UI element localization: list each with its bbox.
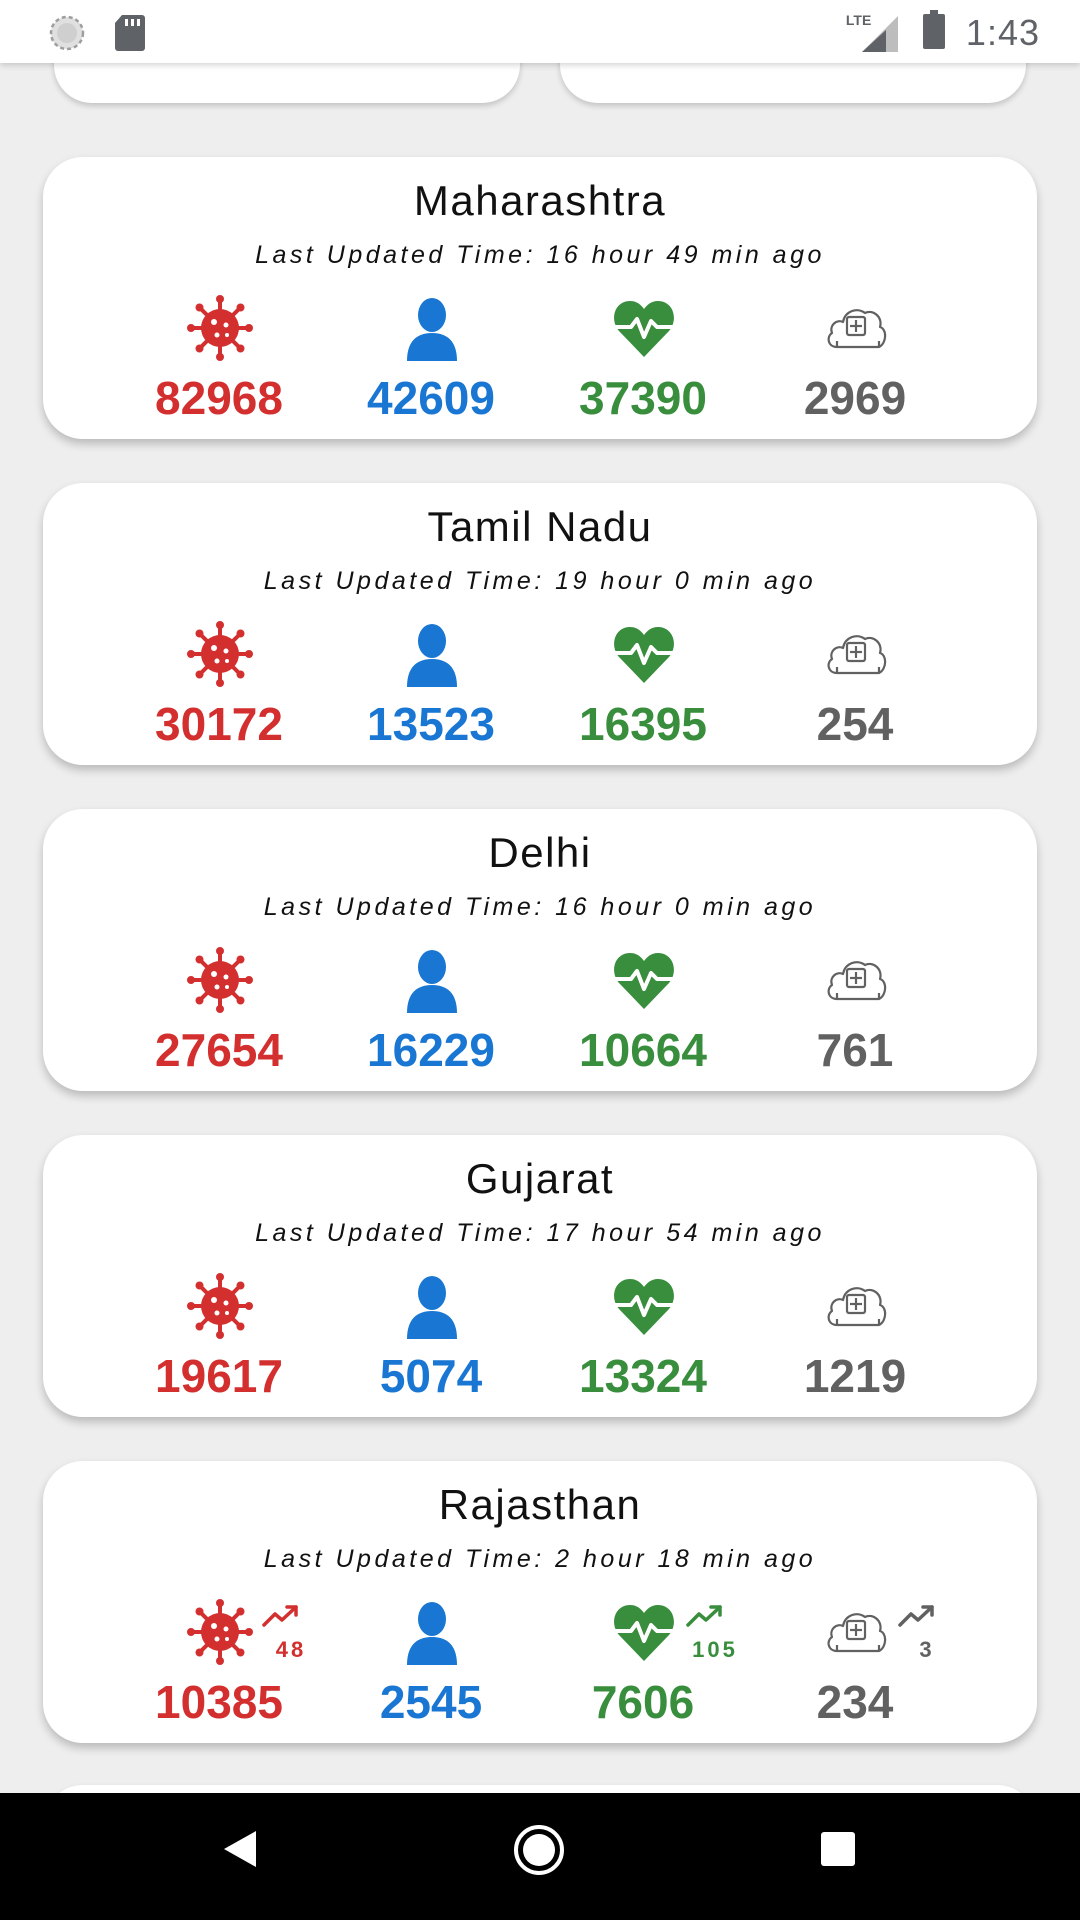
trending-up-icon [897,1603,937,1629]
status-bar: LTE 1:43 [0,0,1080,63]
navigation-bar [0,1793,1080,1920]
stat-recovered: 13324 [537,1273,749,1413]
virus-icon [187,295,253,361]
clock: 1:43 [965,11,1040,53]
stat-confirmed: 19617 [113,1273,325,1413]
partial-card-left[interactable] [54,63,520,103]
deceased-count: 2969 [803,372,907,424]
stat-recovered: 105 7606 [537,1599,749,1739]
trending-up-icon [685,1603,725,1629]
recovered-count: 7606 [591,1676,695,1728]
deceased-count: 761 [816,1024,894,1076]
recovered-count: 13324 [579,1350,707,1402]
last-updated-text: Last Updated Time: 17 hour 54 min ago [255,1219,825,1247]
stat-confirmed: 82968 [113,295,325,435]
lte-signal-icon: LTE [846,12,902,54]
stat-active: 5074 [325,1273,537,1413]
active-count: 2545 [379,1676,483,1728]
back-icon[interactable] [222,1829,258,1874]
loading-icon [48,14,86,57]
cloud-cross-icon [823,947,889,1013]
confirmed-count: 30172 [155,698,283,750]
state-name: Gujarat [465,1155,615,1202]
heart-pulse-icon [611,1273,677,1339]
delta-value: 3 [919,1637,935,1662]
last-updated-text: Last Updated Time: 16 hour 49 min ago [255,241,825,269]
state-card[interactable]: Maharashtra Last Updated Time: 16 hour 49… [43,157,1037,439]
sd-card-icon [114,14,146,57]
heart-pulse-icon [611,621,677,687]
state-name: Delhi [488,829,592,876]
last-updated-text: Last Updated Time: 19 hour 0 min ago [263,567,817,595]
delta-recovered: 105 [685,1599,745,1665]
stat-deceased: 761 [749,947,961,1087]
state-card[interactable]: Delhi Last Updated Time: 16 hour 0 min ag… [43,809,1037,1091]
virus-icon [187,1599,253,1665]
cloud-cross-icon [823,621,889,687]
stat-confirmed: 27654 [113,947,325,1087]
virus-icon [187,947,253,1013]
partial-card-bottom[interactable] [43,1785,1037,1793]
person-icon [399,295,465,361]
recents-icon[interactable] [821,1832,855,1871]
stat-deceased: 1219 [749,1273,961,1413]
heart-pulse-icon [611,1599,677,1665]
person-icon [399,1599,465,1665]
state-name: Rajasthan [438,1481,642,1528]
virus-icon [187,621,253,687]
stat-active: 42609 [325,295,537,435]
active-count: 42609 [367,372,495,424]
confirmed-count: 19617 [155,1350,283,1402]
recovered-count: 16395 [579,698,707,750]
deceased-count: 1219 [803,1350,907,1402]
stat-active: 16229 [325,947,537,1087]
partial-card-right[interactable] [560,63,1026,103]
state-card[interactable]: Gujarat Last Updated Time: 17 hour 54 min… [43,1135,1037,1417]
last-updated-text: Last Updated Time: 16 hour 0 min ago [263,893,817,921]
stat-recovered: 10664 [537,947,749,1087]
stat-deceased: 254 [749,621,961,761]
active-count: 13523 [367,698,495,750]
home-icon[interactable] [513,1824,565,1881]
battery-icon [922,10,946,55]
deceased-count: 254 [816,698,894,750]
last-updated-text: Last Updated Time: 2 hour 18 min ago [263,1545,817,1573]
stat-confirmed: 48 10385 [113,1599,325,1739]
virus-icon [187,1273,253,1339]
stat-recovered: 16395 [537,621,749,761]
stat-deceased: 3 234 [749,1599,961,1739]
person-icon [399,621,465,687]
state-list[interactable]: Maharashtra Last Updated Time: 16 hour 49… [0,63,1080,1793]
stat-deceased: 2969 [749,295,961,435]
delta-value: 48 [275,1637,307,1662]
delta-confirmed: 48 [261,1599,321,1665]
stat-confirmed: 30172 [113,621,325,761]
active-count: 5074 [379,1350,483,1402]
state-card[interactable]: Tamil Nadu Last Updated Time: 19 hour 0 m… [43,483,1037,765]
recovered-count: 10664 [579,1024,707,1076]
heart-pulse-icon [611,295,677,361]
stat-recovered: 37390 [537,295,749,435]
state-name: Maharashtra [413,177,667,224]
cloud-cross-icon [823,1273,889,1339]
confirmed-count: 27654 [155,1024,283,1076]
stat-active: 2545 [325,1599,537,1739]
stat-active: 13523 [325,621,537,761]
cloud-cross-icon [823,295,889,361]
recovered-count: 37390 [579,372,707,424]
active-count: 16229 [367,1024,495,1076]
heart-pulse-icon [611,947,677,1013]
state-card[interactable]: Rajasthan Last Updated Time: 2 hour 18 mi… [43,1461,1037,1743]
cloud-cross-icon [823,1599,889,1665]
deceased-count: 234 [816,1676,894,1728]
confirmed-count: 82968 [155,372,283,424]
confirmed-count: 10385 [155,1676,283,1728]
delta-deceased: 3 [897,1599,957,1665]
trending-up-icon [261,1603,301,1629]
person-icon [399,947,465,1013]
state-name: Tamil Nadu [427,503,653,550]
person-icon [399,1273,465,1339]
delta-value: 105 [692,1637,738,1662]
